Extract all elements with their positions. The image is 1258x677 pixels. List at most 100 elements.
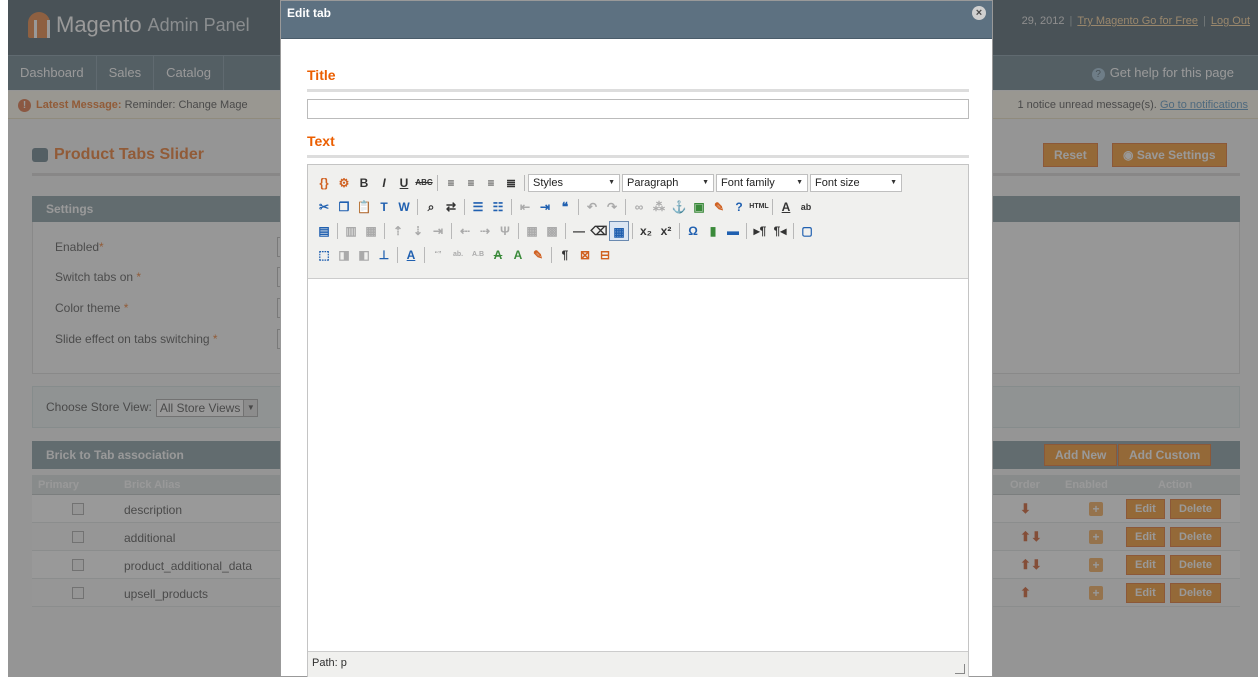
- image-icon[interactable]: ▣: [689, 197, 709, 217]
- help-icon[interactable]: ?: [729, 197, 749, 217]
- find-icon[interactable]: ⌕: [421, 197, 441, 217]
- save-settings-button[interactable]: ◉ Save Settings: [1112, 143, 1227, 167]
- try-magento-link[interactable]: Try Magento Go for Free: [1077, 15, 1198, 27]
- col-before-icon[interactable]: ⇠: [455, 221, 475, 241]
- move-forward-icon[interactable]: ◨: [334, 245, 354, 265]
- delete-row-icon[interactable]: ⇥: [428, 221, 448, 241]
- html-icon[interactable]: HTML: [749, 197, 769, 217]
- editor-content-area[interactable]: [308, 279, 968, 651]
- remove-format-icon[interactable]: ⌫: [589, 221, 609, 241]
- move-backward-icon[interactable]: ◧: [354, 245, 374, 265]
- align-center-icon[interactable]: ≡: [461, 173, 481, 193]
- visual-chars-icon[interactable]: ¶: [555, 245, 575, 265]
- order-arrow-icon[interactable]: ⬆⬇: [1020, 529, 1042, 545]
- ins-icon[interactable]: A: [508, 245, 528, 265]
- indent-icon[interactable]: ⇥: [535, 197, 555, 217]
- nav-dashboard[interactable]: Dashboard: [8, 56, 97, 90]
- copy-icon[interactable]: ❐: [334, 197, 354, 217]
- reset-button[interactable]: Reset: [1043, 143, 1098, 167]
- delete-button[interactable]: Delete: [1170, 499, 1222, 519]
- table-icon[interactable]: ▤: [314, 221, 334, 241]
- row-after-icon[interactable]: ⇣: [408, 221, 428, 241]
- anchor-icon[interactable]: ⚓: [669, 197, 689, 217]
- blockquote-icon[interactable]: ❝: [555, 197, 575, 217]
- insert-variable-icon[interactable]: {}: [314, 173, 334, 193]
- split-cells-icon[interactable]: ▦: [522, 221, 542, 241]
- numbered-list-icon[interactable]: ☷: [488, 197, 508, 217]
- edit-button[interactable]: Edit: [1126, 527, 1165, 547]
- cell-props-icon[interactable]: ▦: [361, 221, 381, 241]
- outdent-icon[interactable]: ⇤: [515, 197, 535, 217]
- acronym-icon[interactable]: A.B: [468, 245, 488, 265]
- go-to-notifications-link[interactable]: Go to notifications: [1160, 99, 1248, 111]
- text-color-icon[interactable]: A: [776, 197, 796, 217]
- magento-logo[interactable]: Magento Admin Panel: [28, 12, 250, 38]
- fullscreen-icon[interactable]: ▢: [797, 221, 817, 241]
- superscript-icon[interactable]: x²: [656, 221, 676, 241]
- subscript-icon[interactable]: x₂: [636, 221, 656, 241]
- highlight-color-icon[interactable]: ab: [796, 197, 816, 217]
- enabled-plus-icon[interactable]: +: [1089, 558, 1103, 572]
- delete-col-icon[interactable]: Ψ: [495, 221, 515, 241]
- media-icon[interactable]: ▮: [703, 221, 723, 241]
- font-family-dropdown[interactable]: Font family: [716, 174, 808, 192]
- paste-icon[interactable]: 📋: [354, 197, 374, 217]
- delete-button[interactable]: Delete: [1170, 583, 1222, 603]
- primary-checkbox[interactable]: [72, 587, 84, 599]
- add-custom-button[interactable]: Add Custom: [1118, 444, 1212, 466]
- align-justify-icon[interactable]: ≣: [501, 173, 521, 193]
- horizontal-rule-icon[interactable]: —: [569, 221, 589, 241]
- resize-grip-icon[interactable]: [955, 664, 965, 674]
- special-char-icon[interactable]: Ω: [683, 221, 703, 241]
- col-after-icon[interactable]: ⇢: [475, 221, 495, 241]
- cut-icon[interactable]: ✂: [314, 197, 334, 217]
- replace-icon[interactable]: ⇄: [441, 197, 461, 217]
- primary-checkbox[interactable]: [72, 503, 84, 515]
- hr-advanced-icon[interactable]: ▬: [723, 221, 743, 241]
- primary-checkbox[interactable]: [72, 531, 84, 543]
- abbr-icon[interactable]: ab.: [448, 245, 468, 265]
- nav-sales[interactable]: Sales: [97, 56, 155, 90]
- bullet-list-icon[interactable]: ☰: [468, 197, 488, 217]
- row-before-icon[interactable]: ⇡: [388, 221, 408, 241]
- row-props-icon[interactable]: ▥: [341, 221, 361, 241]
- edit-button[interactable]: Edit: [1126, 555, 1165, 575]
- font-size-dropdown[interactable]: Font size: [810, 174, 902, 192]
- enabled-plus-icon[interactable]: +: [1089, 530, 1103, 544]
- styles-dropdown[interactable]: Styles: [528, 174, 620, 192]
- help-link[interactable]: ? Get help for this page: [1080, 56, 1246, 90]
- bold-icon[interactable]: B: [354, 173, 374, 193]
- add-new-button[interactable]: Add New: [1044, 444, 1118, 466]
- store-view-select[interactable]: All Store Views ▼: [155, 398, 259, 417]
- order-arrow-icon[interactable]: ⬇: [1020, 501, 1031, 517]
- italic-icon[interactable]: I: [374, 173, 394, 193]
- cleanup-icon[interactable]: ✎: [709, 197, 729, 217]
- align-right-icon[interactable]: ≡: [481, 173, 501, 193]
- strikethrough-icon[interactable]: ABC: [414, 173, 434, 193]
- paste-word-icon[interactable]: W: [394, 197, 414, 217]
- attribs-icon[interactable]: ✎: [528, 245, 548, 265]
- paste-text-icon[interactable]: T: [374, 197, 394, 217]
- undo-icon[interactable]: ↶: [582, 197, 602, 217]
- delete-button[interactable]: Delete: [1170, 555, 1222, 575]
- styleprops-icon[interactable]: A: [401, 245, 421, 265]
- nav-catalog[interactable]: Catalog: [154, 56, 224, 90]
- del-icon[interactable]: A: [488, 245, 508, 265]
- cite-icon[interactable]: “”: [428, 245, 448, 265]
- enabled-plus-icon[interactable]: +: [1089, 502, 1103, 516]
- pagebreak-icon[interactable]: ⊟: [595, 245, 615, 265]
- enabled-plus-icon[interactable]: +: [1089, 586, 1103, 600]
- insert-widget-icon[interactable]: ⚙: [334, 173, 354, 193]
- align-left-icon[interactable]: ≡: [441, 173, 461, 193]
- unlink-icon[interactable]: ⁂: [649, 197, 669, 217]
- rtl-icon[interactable]: ¶◂: [770, 221, 790, 241]
- edit-button[interactable]: Edit: [1126, 583, 1165, 603]
- delete-button[interactable]: Delete: [1170, 527, 1222, 547]
- nonbreaking-icon[interactable]: ⊠: [575, 245, 595, 265]
- title-input[interactable]: [307, 99, 969, 119]
- format-dropdown[interactable]: Paragraph: [622, 174, 714, 192]
- redo-icon[interactable]: ↷: [602, 197, 622, 217]
- merge-cells-icon[interactable]: ▩: [542, 221, 562, 241]
- edit-button[interactable]: Edit: [1126, 499, 1165, 519]
- underline-icon[interactable]: U: [394, 173, 414, 193]
